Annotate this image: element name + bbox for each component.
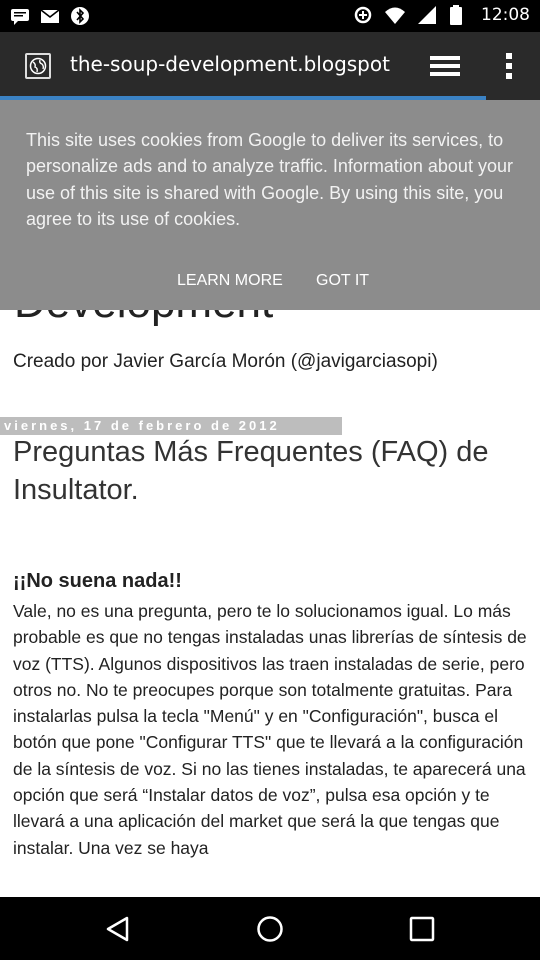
back-icon[interactable] xyxy=(102,913,134,945)
system-nav-bar xyxy=(0,897,540,960)
signal-icon xyxy=(417,5,437,25)
data-saver-icon xyxy=(353,5,373,25)
overflow-menu-icon[interactable] xyxy=(495,50,523,82)
bluetooth-icon xyxy=(70,6,90,26)
url-bar[interactable]: the-soup-development.blogspot xyxy=(70,52,415,76)
message-icon xyxy=(10,6,30,26)
learn-more-button[interactable]: LEARN MORE xyxy=(177,272,283,290)
notification-icons xyxy=(10,6,90,26)
globe-icon[interactable] xyxy=(25,53,51,79)
got-it-button[interactable]: GOT IT xyxy=(316,272,369,290)
system-icons: 12:08 xyxy=(353,5,530,25)
blog-byline: Creado por Javier García Morón (@javigar… xyxy=(13,351,438,372)
post-subheading: ¡¡No suena nada!! xyxy=(13,570,182,592)
cookie-banner: This site uses cookies from Google to de… xyxy=(0,100,540,310)
status-bar: 12:08 xyxy=(0,0,540,32)
browser-toolbar: the-soup-development.blogspot xyxy=(0,32,540,98)
web-page[interactable]: Development Creado por Javier García Mor… xyxy=(0,100,540,897)
recents-icon[interactable] xyxy=(406,913,438,945)
tabs-stack-icon[interactable] xyxy=(428,50,462,82)
cookie-message: This site uses cookies from Google to de… xyxy=(26,130,513,229)
post-title[interactable]: Preguntas Más Frequentes (FAQ) de Insult… xyxy=(13,433,533,509)
mail-icon xyxy=(40,6,60,26)
battery-icon xyxy=(449,5,469,25)
home-icon[interactable] xyxy=(254,913,286,945)
clock: 12:08 xyxy=(481,5,530,25)
post-body: Vale, no es una pregunta, pero te lo sol… xyxy=(13,601,527,858)
wifi-icon xyxy=(385,5,405,25)
